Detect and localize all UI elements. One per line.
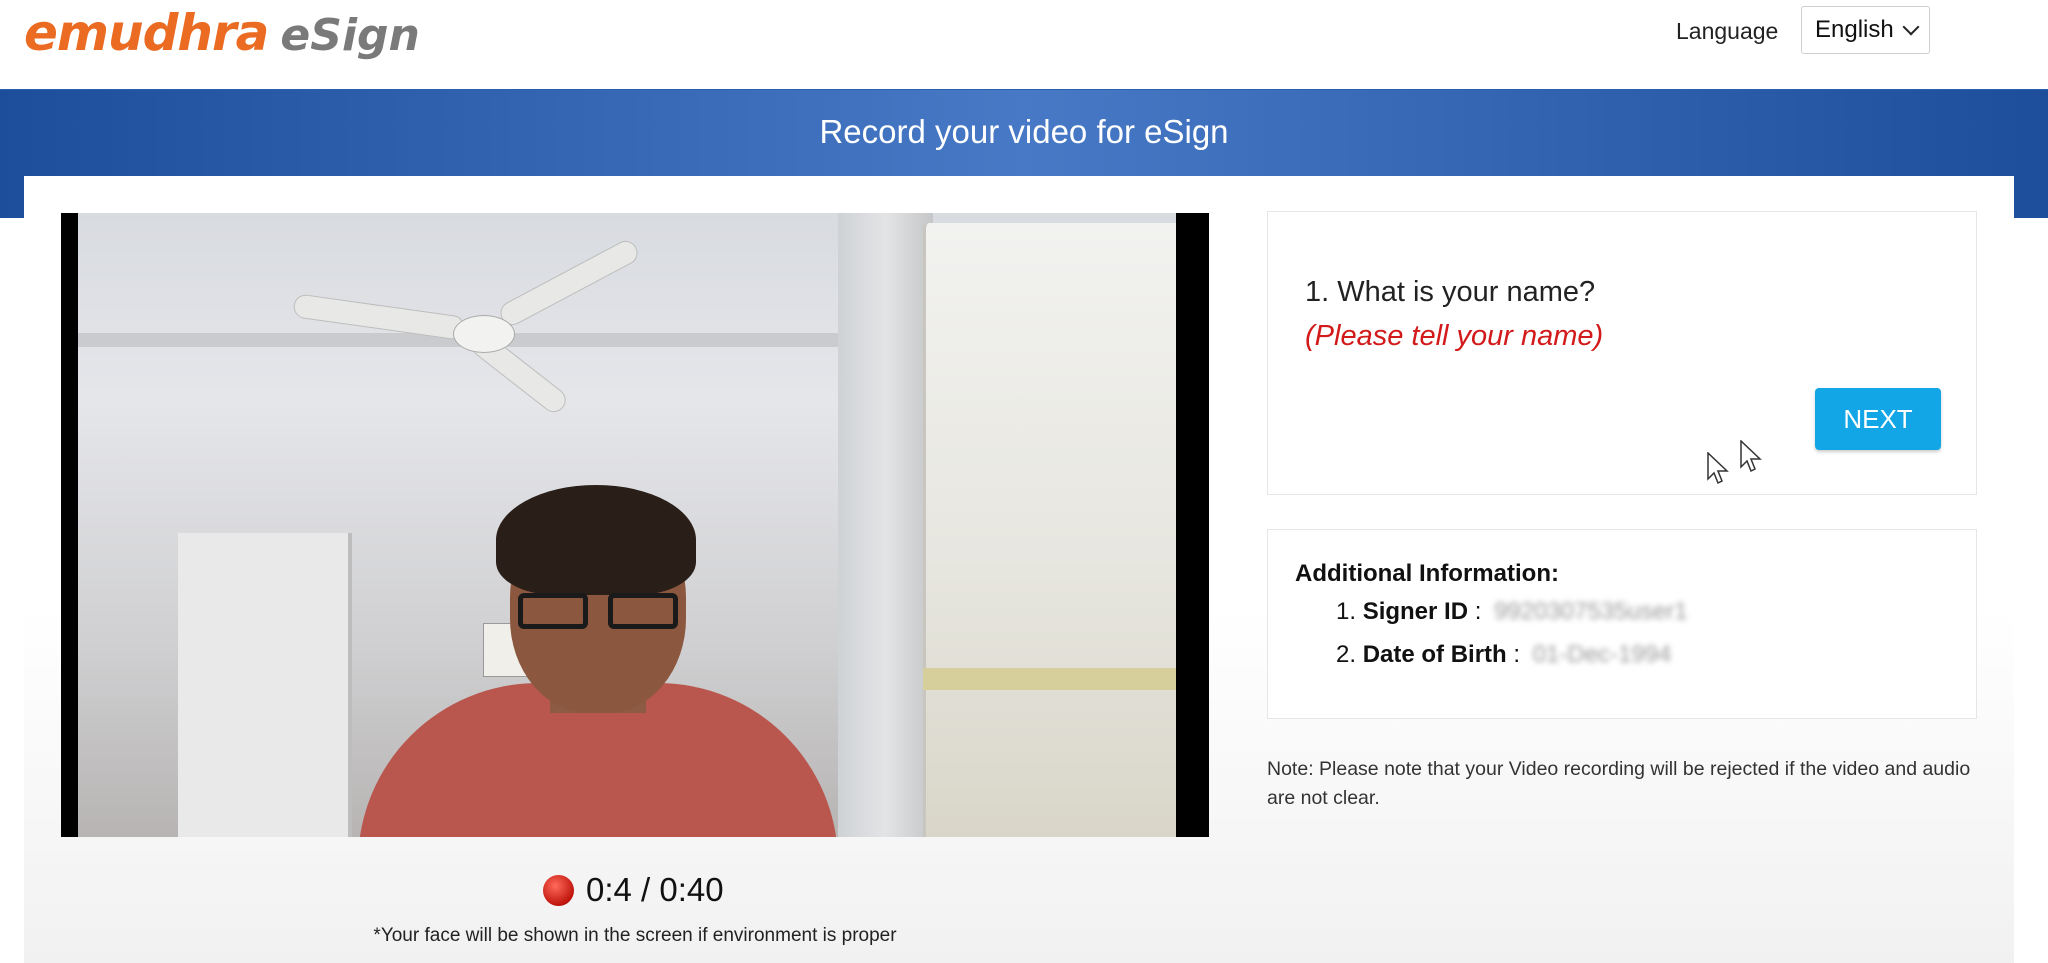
face-visibility-note: *Your face will be shown in the screen i… xyxy=(373,925,897,946)
recording-timer: 0:4 / 0:40 xyxy=(543,868,724,912)
info-item-label: Signer ID xyxy=(1362,598,1469,625)
chevron-down-icon xyxy=(1902,18,1920,36)
info-item-label: Date of Birth xyxy=(1362,641,1507,668)
next-button[interactable]: NEXT xyxy=(1815,388,1941,450)
recording-time: 0:4 / 0:40 xyxy=(586,871,724,908)
language-label: Language xyxy=(1676,18,1779,44)
question-panel xyxy=(1267,211,1977,495)
page-title: Record your video for eSign xyxy=(819,113,1229,150)
info-item-date-of-birth: 2. Date of Birth : 01-Dec-1994 xyxy=(1336,641,1671,669)
info-item-number: 2. xyxy=(1336,641,1357,668)
language-select[interactable]: English xyxy=(1801,6,1930,54)
info-item-number: 1. xyxy=(1336,598,1357,625)
question-hint: (Please tell your name) xyxy=(1305,320,1604,352)
logo-main-text: emudhra xyxy=(24,4,269,62)
additional-info-title: Additional Information: xyxy=(1295,560,1559,587)
info-item-separator: : xyxy=(1474,598,1482,625)
info-item-value: 9920307535user1 xyxy=(1494,598,1688,625)
webcam-video xyxy=(61,213,1209,837)
info-item-signer-id: 1. Signer ID : 9920307535user1 xyxy=(1336,598,1688,626)
question-text: 1. What is your name? xyxy=(1305,276,1596,308)
logo-sub-text: eSign xyxy=(280,10,420,61)
language-selected-value: English xyxy=(1815,16,1894,43)
webcam-scene-image xyxy=(78,213,1176,837)
info-item-value: 01-Dec-1994 xyxy=(1532,641,1672,668)
record-dot-icon xyxy=(543,874,574,906)
emudhra-esign-logo: emudhra eSign xyxy=(24,4,420,66)
recording-rejection-note: Note: Please note that your Video record… xyxy=(1267,758,1971,809)
info-item-separator: : xyxy=(1513,641,1521,668)
top-header: emudhra eSign Language English xyxy=(0,0,2048,91)
